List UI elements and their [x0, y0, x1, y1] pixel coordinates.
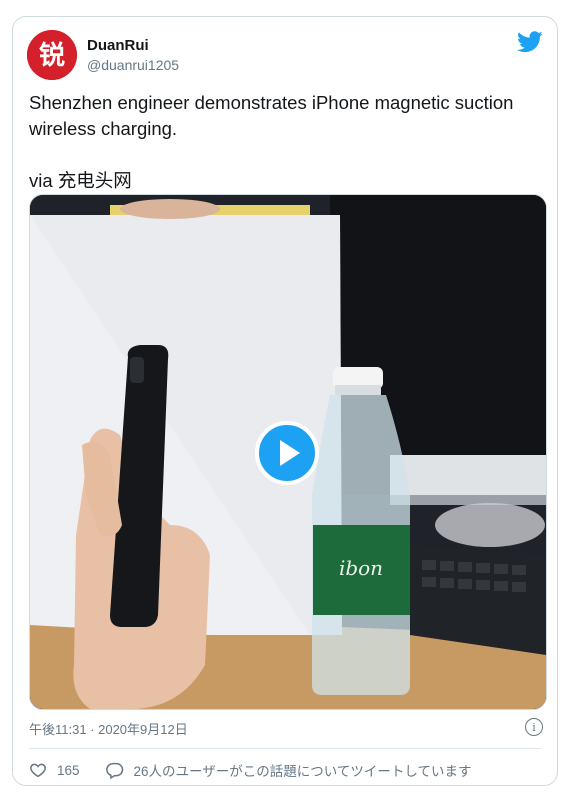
conversation-text: 26人のユーザーがこの話題についてツイートしています	[133, 764, 472, 779]
conversation-link[interactable]: 26人のユーザーがこの話題についてツイートしています	[105, 760, 472, 780]
author-name[interactable]: DuanRui	[87, 37, 149, 54]
avatar-logo: 锐	[27, 30, 77, 80]
tweet-text: Shenzhen engineer demonstrates iPhone ma…	[29, 90, 541, 194]
tweet-body: Shenzhen engineer demonstrates iPhone ma…	[29, 92, 514, 139]
play-icon	[280, 440, 300, 466]
twitter-bird-icon[interactable]	[517, 31, 543, 53]
action-bar: 165 26人のユーザーがこの話題についてツイートしています	[29, 760, 497, 780]
divider	[29, 748, 541, 749]
like-button[interactable]: 165	[29, 761, 80, 779]
video-media[interactable]: ibon	[29, 194, 547, 710]
like-count: 165	[57, 762, 80, 778]
heart-icon	[30, 763, 46, 778]
timestamp[interactable]: 午後11:31 · 2020年9月12日	[29, 719, 188, 738]
avatar-glyph: 锐	[39, 40, 65, 71]
speech-bubble-icon	[105, 762, 123, 779]
tweet-card[interactable]: 锐 DuanRui @duanrui1205 Shenzhen engineer…	[12, 16, 558, 786]
tweet-via: via 充电头网	[29, 170, 132, 191]
bottle-label: ibon	[339, 556, 383, 580]
info-icon[interactable]: i	[525, 718, 543, 736]
author-handle[interactable]: @duanrui1205	[87, 57, 179, 73]
avatar[interactable]: 锐	[27, 30, 77, 80]
play-button[interactable]	[255, 421, 319, 485]
